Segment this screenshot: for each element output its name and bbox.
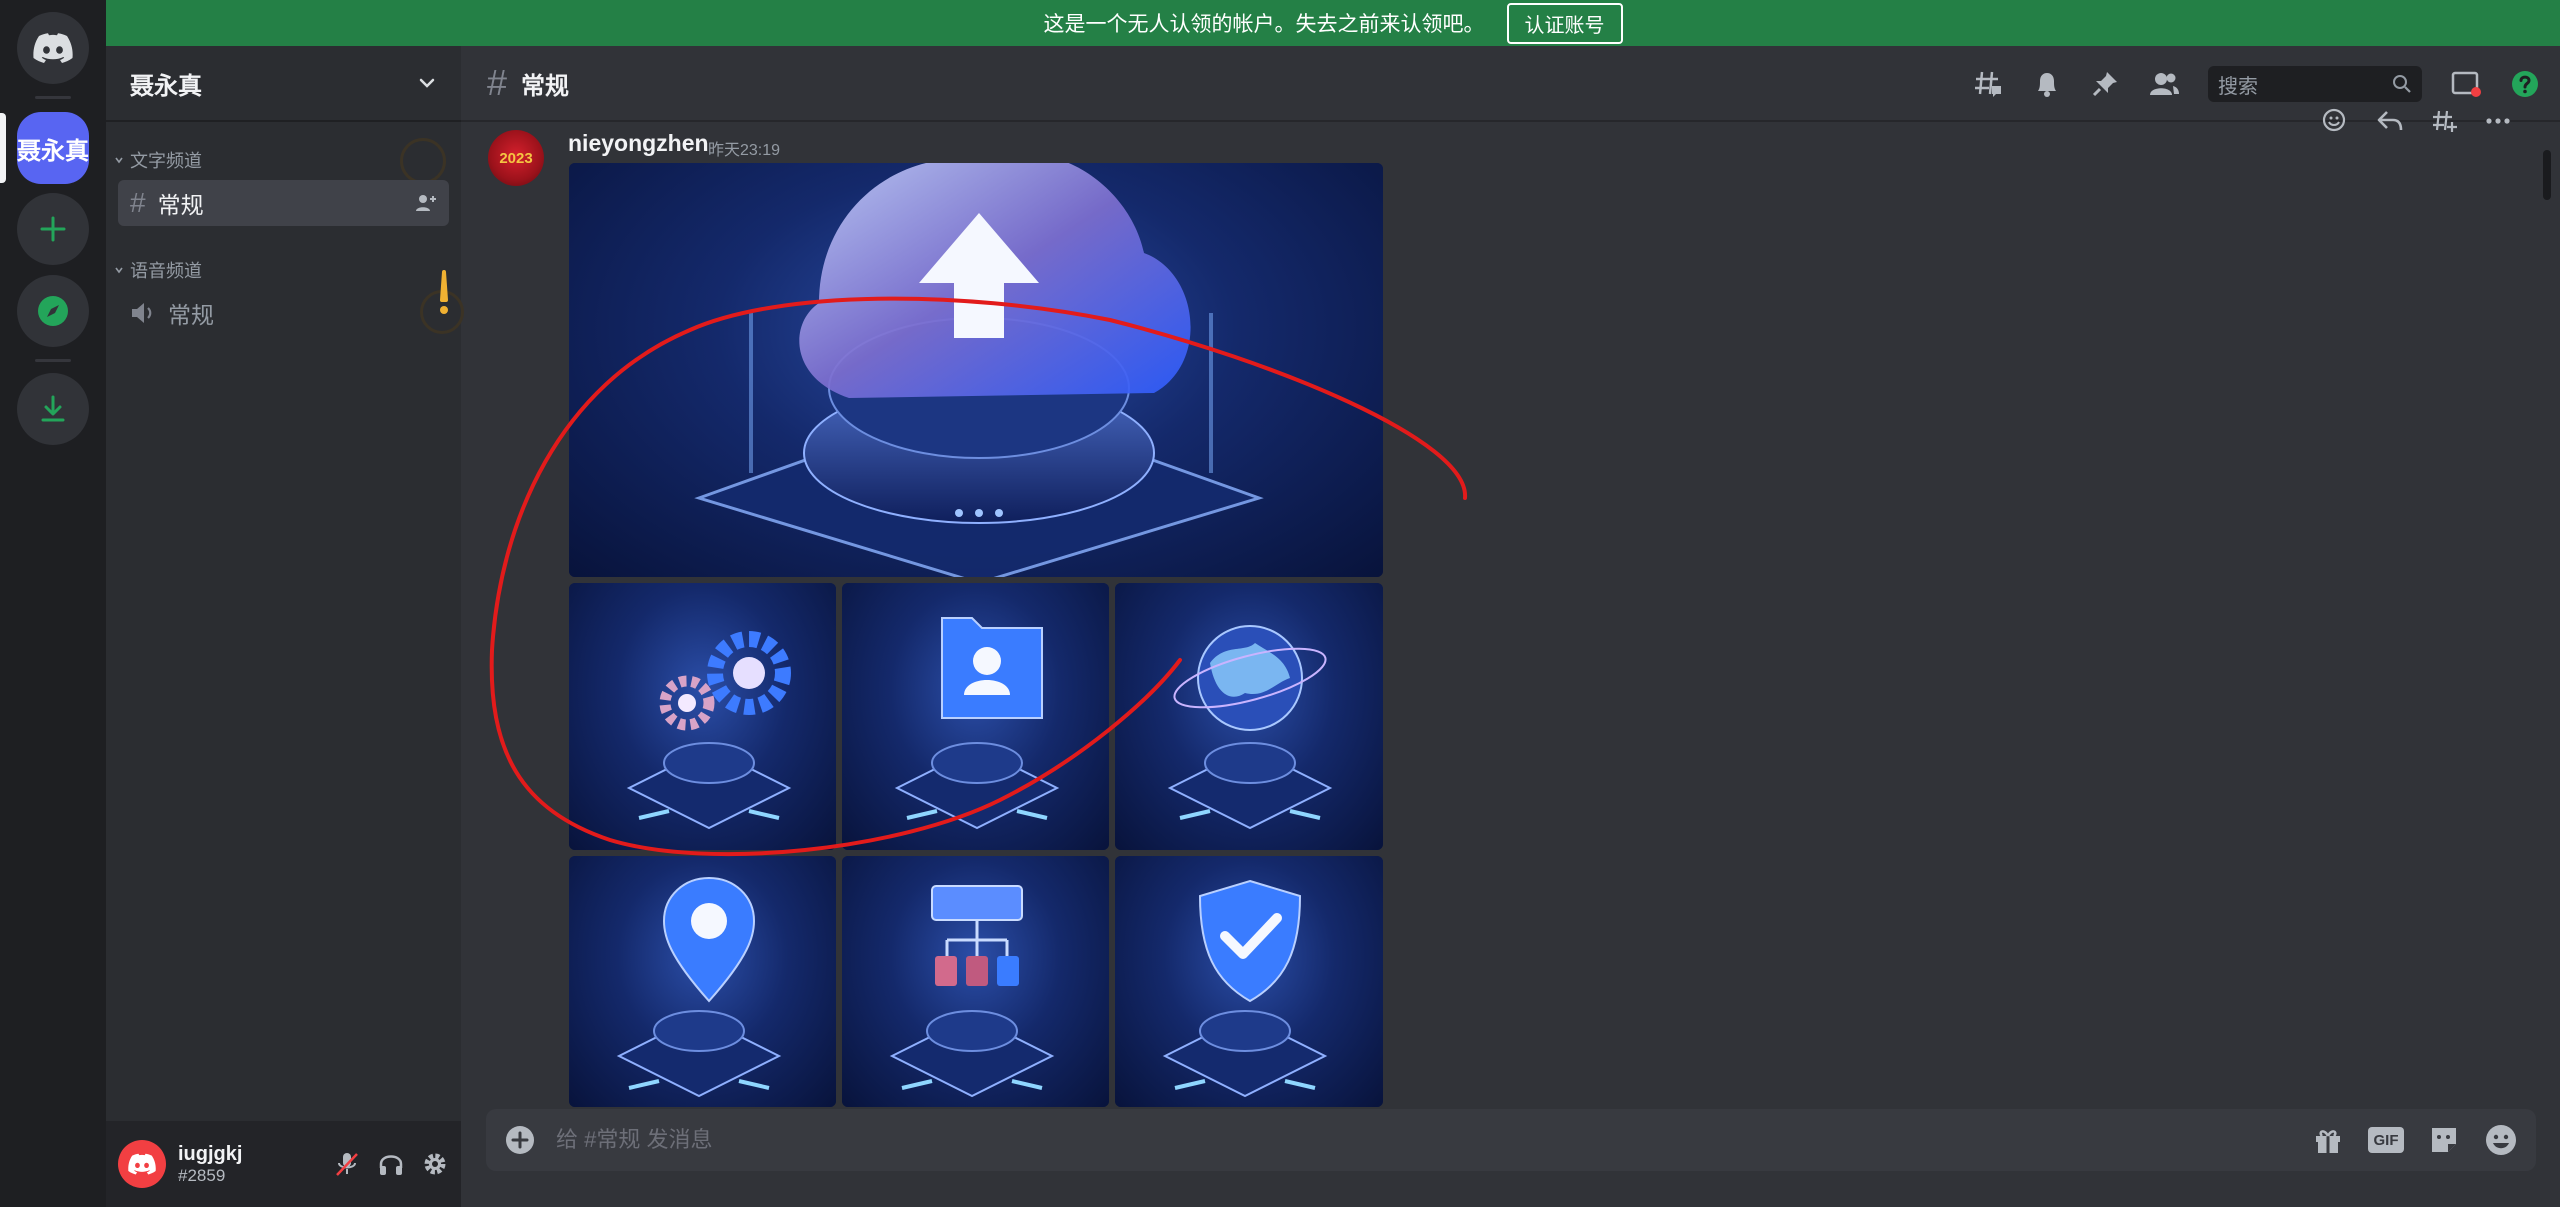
hashtag-icon: # xyxy=(487,62,508,103)
banner-text: 这是一个无人认领的帐户。失去之前来认领吧。 xyxy=(1043,13,1485,36)
gif-label: GIF xyxy=(2373,1131,2399,1149)
channel-name: 常规 xyxy=(168,302,214,328)
guild-rail: 聂永真 xyxy=(0,0,106,1207)
category-label: 文字频道 xyxy=(130,151,202,171)
shield-check-icon xyxy=(1162,879,1328,1098)
compass-icon xyxy=(38,296,68,326)
mic-muted-icon[interactable] xyxy=(333,1150,361,1178)
message-composer: GIF xyxy=(486,1109,2536,1171)
image-attachment[interactable] xyxy=(569,856,836,1107)
headphones-icon[interactable] xyxy=(377,1150,405,1178)
user-controls xyxy=(333,1150,449,1178)
user-folder-icon xyxy=(894,617,1060,830)
inbox-icon[interactable] xyxy=(2450,69,2482,99)
user-names[interactable]: iugjgkj #2859 xyxy=(178,1142,242,1186)
pin-icon[interactable] xyxy=(2090,69,2120,99)
discord-logo-icon xyxy=(33,33,73,63)
scrollbar[interactable] xyxy=(2543,150,2551,200)
sitemap-icon xyxy=(889,885,1055,1098)
loading-ring xyxy=(400,138,446,184)
explore-servers-button[interactable] xyxy=(17,275,89,347)
image-attachment[interactable] xyxy=(1115,583,1383,850)
image-attachment[interactable] xyxy=(842,583,1109,850)
bell-icon[interactable] xyxy=(2032,69,2062,99)
search-input[interactable]: 搜索 xyxy=(2208,66,2422,102)
username: iugjgkj xyxy=(178,1142,243,1165)
guild-separator xyxy=(35,96,71,99)
claim-account-button[interactable]: 认证账号 xyxy=(1506,2,1623,44)
channel-text-general[interactable]: # 常规 xyxy=(118,180,449,226)
image-attachment[interactable] xyxy=(842,856,1109,1107)
more-options-icon[interactable] xyxy=(2484,108,2512,134)
message-input[interactable] xyxy=(556,1127,2312,1153)
search-placeholder: 搜索 xyxy=(2218,75,2258,98)
channel-name: 常规 xyxy=(157,192,204,218)
guild-nieyongzhen[interactable]: 聂永真 xyxy=(17,112,89,184)
avatar[interactable]: 2023 xyxy=(488,130,544,186)
help-icon[interactable] xyxy=(2510,69,2540,99)
category-label: 语音频道 xyxy=(130,261,202,281)
avatar[interactable] xyxy=(118,1140,166,1188)
avatar-text: 2023 xyxy=(499,149,533,167)
download-apps-button[interactable] xyxy=(17,373,89,445)
discord-logo-icon xyxy=(128,1153,156,1175)
reply-icon[interactable] xyxy=(2376,108,2404,134)
unclaimed-account-banner: 这是一个无人认领的帐户。失去之前来认领吧。 认证账号 xyxy=(106,0,2560,46)
user-tag: #2859 xyxy=(178,1165,226,1185)
gif-button[interactable]: GIF xyxy=(2368,1127,2404,1153)
threads-icon[interactable] xyxy=(1972,68,2004,100)
server-name: 聂永真 xyxy=(130,72,202,100)
channel-header: # 常规 搜索 xyxy=(461,46,2560,122)
active-guild-indicator xyxy=(0,113,6,183)
discord-home-button[interactable] xyxy=(17,12,89,84)
image-attachment[interactable] xyxy=(1115,856,1383,1107)
create-thread-icon[interactable] xyxy=(2430,108,2458,134)
chevron-down-icon xyxy=(115,157,123,164)
message-author[interactable]: nieyongzhen xyxy=(568,130,709,157)
composer-tools: GIF xyxy=(2312,1123,2518,1157)
category-voice-channels[interactable]: 语音频道 xyxy=(114,257,202,283)
speaker-icon xyxy=(132,303,152,323)
channel-voice-general[interactable]: 常规 xyxy=(118,290,449,336)
user-panel: iugjgkj #2859 xyxy=(106,1121,461,1207)
channel-sidebar: 聂永真 文字频道 # 常规 语音频道 常规 xyxy=(106,46,464,1207)
guild-separator xyxy=(35,359,71,362)
add-attachment-icon[interactable] xyxy=(504,1124,536,1156)
search-icon xyxy=(2393,75,2411,93)
guild-label: 聂永真 xyxy=(17,137,89,165)
server-header[interactable]: 聂永真 xyxy=(106,46,461,122)
member-list-icon[interactable] xyxy=(2148,69,2180,99)
gear-icon[interactable] xyxy=(421,1150,449,1178)
cloud-upload-icon xyxy=(694,163,1264,577)
chevron-down-icon xyxy=(419,78,435,88)
category-text-channels[interactable]: 文字频道 xyxy=(114,147,202,173)
gift-icon[interactable] xyxy=(2312,1124,2344,1156)
invite-member-icon[interactable] xyxy=(415,193,437,213)
download-icon xyxy=(41,395,65,422)
channel-title: 常规 xyxy=(521,72,570,100)
location-pin-icon xyxy=(616,876,782,1098)
plus-icon xyxy=(40,216,66,242)
add-server-button[interactable] xyxy=(17,193,89,265)
gears-icon xyxy=(626,631,792,830)
add-reaction-icon[interactable] xyxy=(2322,108,2350,134)
image-attachment[interactable] xyxy=(569,583,836,850)
sticker-icon[interactable] xyxy=(2428,1124,2460,1156)
message-timestamp: 昨天23:19 xyxy=(708,142,781,159)
hashtag-icon: # xyxy=(130,187,146,218)
emoji-icon[interactable] xyxy=(2484,1123,2518,1157)
message-hover-toolbar xyxy=(2322,108,2512,134)
chevron-down-icon xyxy=(115,267,123,274)
image-attachment[interactable] xyxy=(569,163,1383,577)
globe-icon xyxy=(1167,625,1333,830)
